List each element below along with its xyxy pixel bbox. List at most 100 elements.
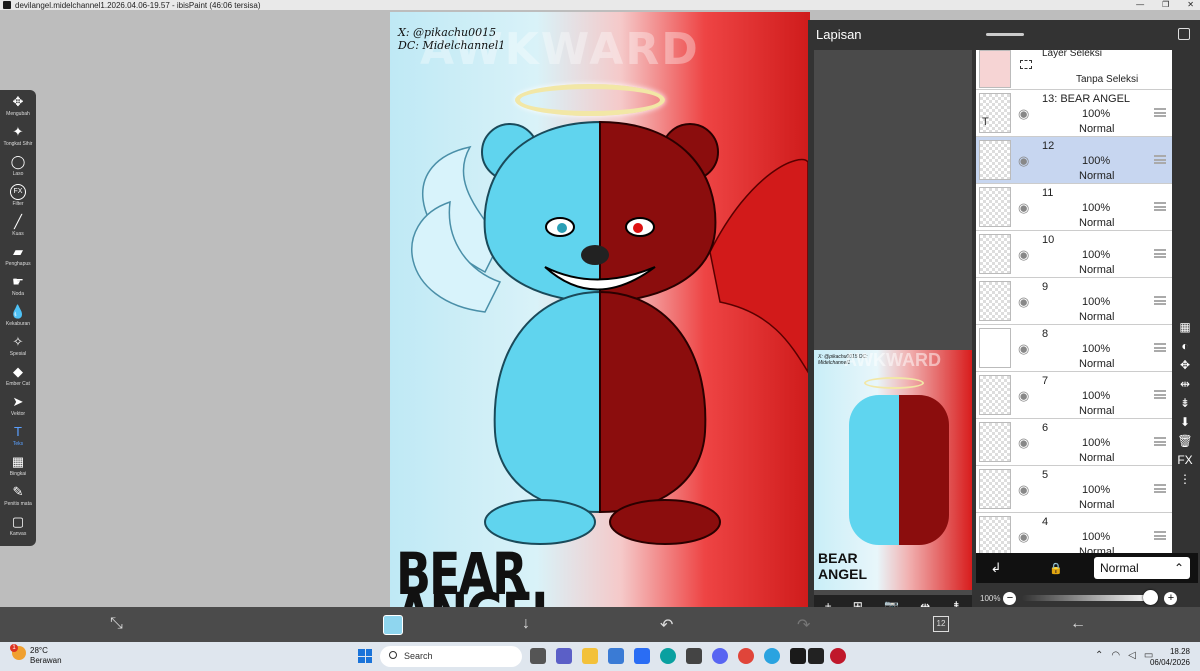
- wifi-icon[interactable]: ◠: [1111, 650, 1120, 661]
- chrome-icon[interactable]: [738, 648, 754, 664]
- minimize-button[interactable]: —: [1136, 0, 1144, 9]
- tool-eyedropper[interactable]: ✎ Penitis mata: [0, 484, 36, 514]
- file-explorer-icon[interactable]: [582, 648, 598, 664]
- tray-expand-icon[interactable]: ⌃: [1095, 650, 1103, 661]
- visibility-eye-icon[interactable]: ◉: [1018, 106, 1029, 122]
- checkerboard-icon[interactable]: ▦: [1179, 320, 1190, 334]
- drag-handle-icon[interactable]: [1154, 343, 1166, 352]
- tool-lasso[interactable]: ◯ Laso: [0, 154, 36, 184]
- drag-handle-icon[interactable]: [1154, 108, 1166, 117]
- back-arrow-icon[interactable]: ←: [1070, 615, 1086, 633]
- layer-row[interactable]: ◉ 11 100% Normal: [976, 184, 1172, 231]
- tool-select[interactable]: ➤ Vektor: [0, 394, 36, 424]
- drag-handle-icon[interactable]: [1154, 531, 1166, 540]
- layer-row[interactable]: ◉ 8 100% Normal: [976, 325, 1172, 372]
- layer-row[interactable]: ◉ 10 100% Normal: [976, 231, 1172, 278]
- visibility-eye-icon[interactable]: ◉: [1018, 247, 1029, 263]
- store-icon[interactable]: [608, 648, 624, 664]
- opera-icon[interactable]: [830, 648, 846, 664]
- visibility-eye-icon[interactable]: ◉: [1018, 529, 1029, 545]
- layer-row[interactable]: ◉ 9 100% Normal: [976, 278, 1172, 325]
- drag-handle-icon[interactable]: [1154, 484, 1166, 493]
- visibility-eye-icon[interactable]: ◉: [1018, 482, 1029, 498]
- opacity-slider[interactable]: [1022, 590, 1159, 605]
- drag-handle-icon[interactable]: [1154, 296, 1166, 305]
- drag-handle-icon[interactable]: [1154, 202, 1166, 211]
- layer-list[interactable]: Layer Seleksi Tanpa Seleksi T ◉ 13: BEAR A…: [976, 50, 1172, 553]
- visibility-eye-icon[interactable]: ◉: [1018, 341, 1029, 357]
- merge-down-icon[interactable]: ⬇: [1180, 415, 1190, 429]
- preview-title-2: ANGEL: [818, 566, 867, 582]
- panel-drag-handle[interactable]: [986, 33, 1024, 36]
- more-options-icon[interactable]: ⋮: [1179, 472, 1191, 486]
- move-layer-icon[interactable]: ✥: [1180, 358, 1190, 372]
- taskbar-search[interactable]: Search: [380, 646, 522, 667]
- tool-smudge[interactable]: ☛ Noda: [0, 274, 36, 304]
- telegram-icon[interactable]: [764, 648, 780, 664]
- opacity-slider-knob[interactable]: [1143, 590, 1159, 605]
- drag-handle-icon[interactable]: [1154, 155, 1166, 164]
- transform-icon[interactable]: ⤡: [110, 615, 123, 633]
- layer-row[interactable]: ◉ 7 100% Normal: [976, 372, 1172, 419]
- layer-row[interactable]: ◉ 12 100% Normal: [976, 137, 1172, 184]
- maximize-button[interactable]: ❐: [1162, 0, 1169, 9]
- drawing-canvas[interactable]: AWKWARD X: @pikachu0015 DC: Midelchannel…: [390, 12, 810, 607]
- lock-alpha-icon[interactable]: 🔒: [1036, 562, 1076, 575]
- layer-row[interactable]: ◉ 4 100% Normal: [976, 513, 1172, 553]
- opacity-increase-button[interactable]: +: [1164, 591, 1178, 605]
- tool-move[interactable]: ✥ Mengubah: [0, 94, 36, 124]
- layers-panel-header: Lapisan: [808, 20, 1200, 48]
- trash-icon[interactable]: 🗑: [1177, 434, 1192, 448]
- calendar-icon[interactable]: [634, 648, 650, 664]
- close-button[interactable]: ✕: [1187, 0, 1194, 9]
- tool-blur[interactable]: 💧 Kekaburan: [0, 304, 36, 334]
- tool-eraser[interactable]: ▰ Penghapus: [0, 244, 36, 274]
- weather-widget[interactable]: 1 28°C Berawan: [10, 644, 62, 666]
- layer-row[interactable]: T ◉ 13: BEAR ANGEL 100% Normal: [976, 90, 1172, 137]
- tool-special[interactable]: ✧ Spesial: [0, 334, 36, 364]
- layer-name: 9: [1042, 281, 1049, 293]
- layer-row[interactable]: ◉ 6 100% Normal: [976, 419, 1172, 466]
- visibility-eye-icon[interactable]: ◉: [1018, 388, 1029, 404]
- opacity-decrease-button[interactable]: −: [1003, 591, 1017, 605]
- ibispaint-active-icon[interactable]: [808, 648, 824, 664]
- primary-color-swatch[interactable]: [383, 615, 403, 635]
- task-view-icon[interactable]: [530, 648, 546, 664]
- layer-row[interactable]: ◉ 5 100% Normal: [976, 466, 1172, 513]
- undo-icon[interactable]: ↶: [660, 615, 673, 635]
- discord-icon[interactable]: [712, 648, 728, 664]
- half-circle-icon[interactable]: ◐: [1181, 339, 1188, 353]
- visibility-eye-icon[interactable]: ◉: [1018, 435, 1029, 451]
- tool-brush[interactable]: ╱ Kuas: [0, 214, 36, 244]
- drag-handle-icon[interactable]: [1154, 437, 1166, 446]
- flip-vertical-icon[interactable]: ⇟: [1180, 396, 1190, 410]
- clipping-icon[interactable]: ↲: [976, 560, 1016, 576]
- selection-layer[interactable]: Layer Seleksi Tanpa Seleksi: [976, 50, 1172, 90]
- panel-window-icon[interactable]: [1178, 28, 1190, 40]
- flip-horizontal-icon[interactable]: ⇹: [1180, 377, 1190, 391]
- tool-canvas[interactable]: ▢ Kanvas: [0, 514, 36, 544]
- visibility-eye-icon[interactable]: ◉: [1018, 200, 1029, 216]
- visibility-eye-icon[interactable]: ◉: [1018, 153, 1029, 169]
- blend-mode-select[interactable]: Normal ⌃: [1094, 557, 1190, 579]
- ibispaint-taskbar-icon[interactable]: [790, 648, 806, 664]
- drag-handle-icon[interactable]: [1154, 249, 1166, 258]
- edge-icon[interactable]: [660, 648, 676, 664]
- teams-icon[interactable]: [556, 648, 572, 664]
- tool-magic-wand[interactable]: ✦ Tongkat Sihir: [0, 124, 36, 154]
- visibility-eye-icon[interactable]: ◉: [1018, 294, 1029, 310]
- app-icon[interactable]: [686, 648, 702, 664]
- redo-icon[interactable]: ↷: [797, 615, 810, 635]
- bear-artwork: [411, 120, 809, 545]
- volume-icon[interactable]: ◁: [1128, 650, 1136, 661]
- tool-fill-bucket[interactable]: ◆ Ember Cat: [0, 364, 36, 394]
- drag-handle-icon[interactable]: [1154, 390, 1166, 399]
- tool-filter[interactable]: FX Filter: [0, 184, 36, 214]
- tool-frame[interactable]: ▦ Bingkai: [0, 454, 36, 484]
- fx-icon[interactable]: FX: [1177, 453, 1192, 467]
- tool-text[interactable]: T Teks: [0, 424, 36, 454]
- clock[interactable]: 18.28 06/04/2026: [1150, 646, 1190, 668]
- layer-count-button[interactable]: 12: [933, 616, 949, 632]
- download-icon[interactable]: ↓: [522, 615, 530, 633]
- start-button[interactable]: [358, 649, 372, 663]
